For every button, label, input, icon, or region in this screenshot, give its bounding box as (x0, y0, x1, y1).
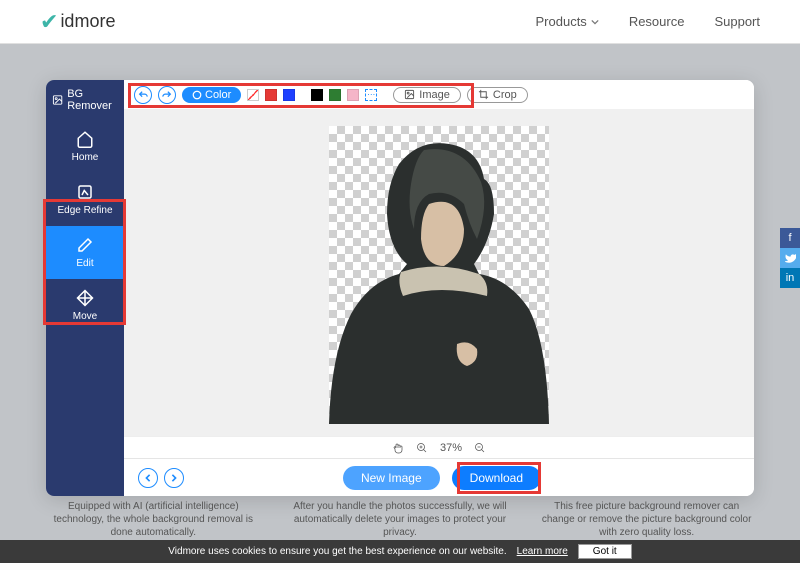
sidebar-home-label: Home (72, 152, 99, 163)
nav-resource[interactable]: Resource (629, 14, 685, 29)
swatch-more[interactable]: ⋯ (365, 89, 377, 101)
sidebar-move-label: Move (73, 311, 97, 322)
zoom-value: 37% (440, 442, 462, 454)
redo-button[interactable] (158, 86, 176, 104)
col2: After you handle the photos successfully… (290, 500, 510, 539)
swatch-none[interactable] (247, 89, 259, 101)
col3: This free picture background remover can… (537, 500, 757, 539)
next-image-button[interactable] (164, 468, 184, 488)
zoom-out-icon[interactable] (474, 442, 486, 454)
app-title-text: BG Remover (67, 88, 118, 112)
sidebar-edge-label: Edge Refine (57, 205, 112, 216)
col1: Equipped with AI (artificial intelligenc… (43, 500, 263, 539)
download-button[interactable]: Download (452, 466, 541, 490)
home-icon (76, 130, 94, 148)
sidebar-item-edit[interactable]: Edit (46, 226, 124, 279)
chevron-right-icon (170, 474, 178, 482)
footer-bar: New Image Download (124, 458, 754, 496)
swatch-pink[interactable] (347, 89, 359, 101)
color-tool[interactable]: Color (182, 87, 241, 103)
nav-products-label: Products (536, 14, 587, 29)
sidebar-edit-label: Edit (76, 258, 93, 269)
app-title: BG Remover (46, 80, 124, 120)
nav-products[interactable]: Products (536, 14, 599, 29)
sidebar-item-move[interactable]: Move (46, 279, 124, 332)
image-tool-label: Image (419, 89, 450, 101)
undo-icon (138, 90, 148, 100)
zoom-in-icon[interactable] (416, 442, 428, 454)
nav-support-label: Support (714, 14, 760, 29)
twitter-icon (785, 253, 796, 264)
color-tool-label: Color (205, 89, 231, 101)
chevron-down-icon (591, 18, 599, 26)
picture-icon (404, 89, 415, 100)
social-rail: f in (780, 228, 800, 288)
share-twitter[interactable] (780, 248, 800, 268)
cookie-learn-more[interactable]: Learn more (517, 546, 568, 557)
crop-tool[interactable]: Crop (467, 87, 528, 103)
move-icon (76, 289, 94, 307)
prev-image-button[interactable] (138, 468, 158, 488)
new-image-button[interactable]: New Image (343, 466, 440, 490)
swatch-green[interactable] (329, 89, 341, 101)
edit-icon (76, 236, 94, 254)
redo-icon (162, 90, 172, 100)
nav-resource-label: Resource (629, 14, 685, 29)
subject-silhouette (329, 134, 549, 424)
canvas-area[interactable] (124, 110, 754, 436)
edge-icon (76, 183, 94, 201)
image-tool[interactable]: Image (393, 87, 461, 103)
palette-icon (192, 90, 202, 100)
swatch-blue[interactable] (283, 89, 295, 101)
zoom-bar: 37% (124, 436, 754, 458)
swatch-black[interactable] (311, 89, 323, 101)
brand-name: idmore (60, 11, 115, 32)
sidebar-item-home[interactable]: Home (46, 120, 124, 173)
image-icon (52, 93, 63, 107)
crop-icon (478, 89, 489, 100)
crop-tool-label: Crop (493, 89, 517, 101)
swatch-red[interactable] (265, 89, 277, 101)
cookie-text: Vidmore uses cookies to ensure you get t… (168, 546, 506, 557)
brand-logo[interactable]: ✔ idmore (40, 9, 115, 35)
logo-check-icon: ✔ (40, 9, 58, 35)
sidebar-item-edge-refine[interactable]: Edge Refine (46, 173, 124, 226)
editor-modal: BG Remover Home Edge Refine Edit Move Co… (46, 80, 754, 496)
nav-support[interactable]: Support (714, 14, 760, 29)
share-linkedin[interactable]: in (780, 268, 800, 288)
toolbar: Color ⋯ Image Crop (124, 80, 754, 110)
cookie-banner: Vidmore uses cookies to ensure you get t… (0, 540, 800, 563)
main-panel: Color ⋯ Image Crop (124, 80, 754, 496)
marketing-text: Equipped with AI (artificial intelligenc… (0, 500, 800, 539)
chevron-left-icon (144, 474, 152, 482)
cookie-accept-button[interactable]: Got it (578, 544, 632, 559)
share-facebook[interactable]: f (780, 228, 800, 248)
edited-image (329, 126, 549, 421)
undo-button[interactable] (134, 86, 152, 104)
hand-icon[interactable] (392, 442, 404, 454)
sidebar: BG Remover Home Edge Refine Edit Move (46, 80, 124, 496)
